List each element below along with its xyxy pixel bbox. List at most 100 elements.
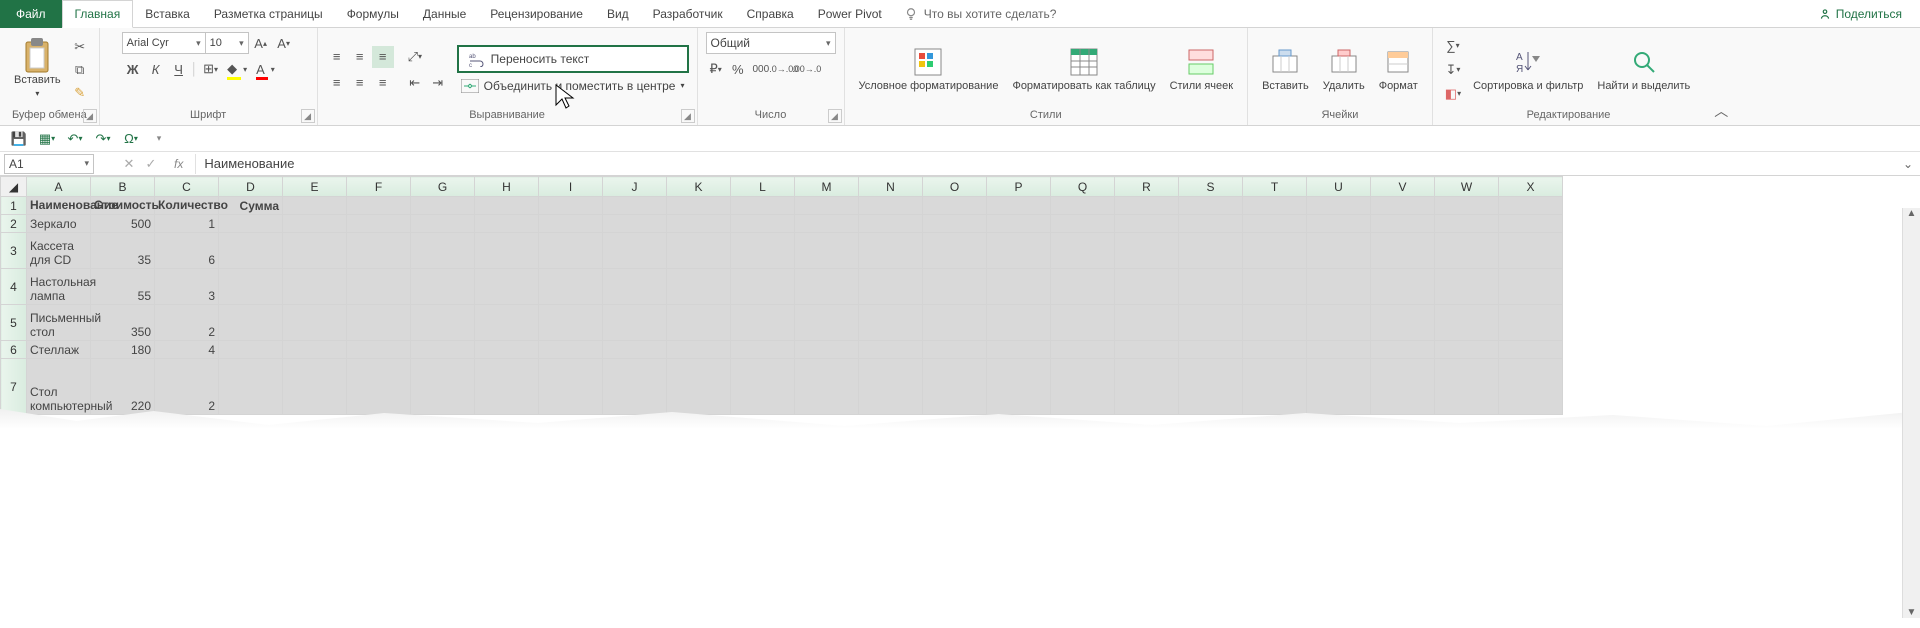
cell[interactable] bbox=[1307, 233, 1371, 269]
cell[interactable] bbox=[1243, 233, 1307, 269]
enter-formula-button[interactable]: ✓ bbox=[140, 153, 162, 175]
menu-tab-рецензирование[interactable]: Рецензирование bbox=[478, 0, 595, 28]
cell[interactable] bbox=[1051, 359, 1115, 415]
cell[interactable] bbox=[667, 233, 731, 269]
menu-tab-главная[interactable]: Главная bbox=[62, 0, 134, 28]
cell[interactable] bbox=[411, 197, 475, 215]
cell[interactable] bbox=[283, 341, 347, 359]
cell[interactable] bbox=[539, 305, 603, 341]
column-header-G[interactable]: G bbox=[411, 177, 475, 197]
wrap-text-button[interactable]: abc Переносить текст bbox=[457, 45, 689, 73]
cell[interactable] bbox=[667, 359, 731, 415]
row-header[interactable]: 2 bbox=[1, 215, 27, 233]
cell[interactable] bbox=[1435, 359, 1499, 415]
percent-format-button[interactable]: % bbox=[727, 58, 749, 80]
clear-button[interactable]: ◧▾ bbox=[1441, 83, 1465, 105]
cell[interactable] bbox=[859, 341, 923, 359]
cell[interactable] bbox=[1307, 359, 1371, 415]
cell[interactable] bbox=[475, 197, 539, 215]
cut-button[interactable]: ✂ bbox=[69, 36, 91, 58]
cell[interactable] bbox=[987, 215, 1051, 233]
redo-button[interactable]: ↷▾ bbox=[92, 128, 114, 150]
align-top-button[interactable]: ≡ bbox=[326, 46, 348, 68]
cell[interactable] bbox=[1499, 197, 1563, 215]
cell[interactable] bbox=[1051, 233, 1115, 269]
cell[interactable] bbox=[475, 269, 539, 305]
cell[interactable] bbox=[667, 269, 731, 305]
cell[interactable] bbox=[603, 341, 667, 359]
cell[interactable] bbox=[731, 269, 795, 305]
align-middle-button[interactable]: ≡ bbox=[349, 46, 371, 68]
cell[interactable] bbox=[795, 305, 859, 341]
cell[interactable]: 500 bbox=[91, 215, 155, 233]
menu-tab-вид[interactable]: Вид bbox=[595, 0, 641, 28]
column-header-B[interactable]: B bbox=[91, 177, 155, 197]
cell[interactable] bbox=[987, 269, 1051, 305]
column-header-D[interactable]: D bbox=[219, 177, 283, 197]
column-header-M[interactable]: M bbox=[795, 177, 859, 197]
cell[interactable] bbox=[603, 233, 667, 269]
cell[interactable] bbox=[347, 269, 411, 305]
cell[interactable] bbox=[1435, 233, 1499, 269]
cell[interactable] bbox=[539, 269, 603, 305]
cell[interactable] bbox=[283, 269, 347, 305]
cell[interactable] bbox=[411, 215, 475, 233]
cell[interactable] bbox=[603, 305, 667, 341]
number-launcher[interactable]: ◢ bbox=[828, 109, 842, 123]
bold-button[interactable]: Ж bbox=[122, 58, 144, 80]
cell[interactable] bbox=[219, 215, 283, 233]
cell[interactable]: 35 bbox=[91, 233, 155, 269]
cell[interactable] bbox=[667, 215, 731, 233]
cell[interactable] bbox=[859, 233, 923, 269]
cell[interactable] bbox=[1051, 197, 1115, 215]
copy-button[interactable]: ⧉ bbox=[69, 59, 91, 81]
cell[interactable] bbox=[603, 269, 667, 305]
format-cells-button[interactable]: Формат bbox=[1373, 44, 1424, 95]
merge-center-button[interactable]: Объединить и поместить в центре ▾ bbox=[457, 77, 689, 95]
cell-styles-button[interactable]: Стили ячеек bbox=[1164, 44, 1239, 95]
align-left-button[interactable]: ≡ bbox=[326, 72, 348, 94]
cell[interactable] bbox=[1307, 305, 1371, 341]
cell[interactable] bbox=[1307, 269, 1371, 305]
cell[interactable] bbox=[1051, 215, 1115, 233]
cell[interactable] bbox=[347, 233, 411, 269]
cell[interactable]: 1 bbox=[155, 215, 219, 233]
cell[interactable] bbox=[411, 233, 475, 269]
cancel-formula-button[interactable]: ✕ bbox=[118, 153, 140, 175]
cell[interactable] bbox=[987, 197, 1051, 215]
cell[interactable] bbox=[731, 215, 795, 233]
cell[interactable]: Сумма bbox=[219, 197, 283, 215]
cell[interactable] bbox=[411, 341, 475, 359]
column-header-T[interactable]: T bbox=[1243, 177, 1307, 197]
cell[interactable] bbox=[283, 233, 347, 269]
cell[interactable] bbox=[1307, 197, 1371, 215]
decrease-decimal-button[interactable]: .00→.0 bbox=[796, 58, 818, 80]
cell[interactable] bbox=[667, 305, 731, 341]
cell[interactable] bbox=[539, 197, 603, 215]
cell[interactable] bbox=[859, 305, 923, 341]
cell[interactable] bbox=[795, 215, 859, 233]
clipboard-launcher[interactable]: ◢ bbox=[83, 109, 97, 123]
file-tab[interactable]: Файл bbox=[0, 0, 62, 28]
cell[interactable] bbox=[1371, 359, 1435, 415]
accounting-format-button[interactable]: ₽▾ bbox=[706, 58, 726, 80]
column-header-F[interactable]: F bbox=[347, 177, 411, 197]
cell[interactable]: Кассета для CD bbox=[27, 233, 91, 269]
font-color-button[interactable]: A▾ bbox=[252, 58, 279, 80]
cell[interactable] bbox=[475, 341, 539, 359]
column-header-R[interactable]: R bbox=[1115, 177, 1179, 197]
cell[interactable] bbox=[603, 359, 667, 415]
cell[interactable] bbox=[731, 341, 795, 359]
cell[interactable] bbox=[1371, 269, 1435, 305]
format-painter-button[interactable]: ✎ bbox=[69, 82, 91, 104]
cell[interactable] bbox=[731, 359, 795, 415]
cell[interactable] bbox=[1179, 305, 1243, 341]
cell[interactable] bbox=[1115, 269, 1179, 305]
cell[interactable] bbox=[283, 359, 347, 415]
cell[interactable] bbox=[1499, 269, 1563, 305]
row-header[interactable]: 3 bbox=[1, 233, 27, 269]
cell[interactable] bbox=[347, 359, 411, 415]
column-header-K[interactable]: K bbox=[667, 177, 731, 197]
cell[interactable] bbox=[1435, 305, 1499, 341]
cell[interactable] bbox=[987, 341, 1051, 359]
